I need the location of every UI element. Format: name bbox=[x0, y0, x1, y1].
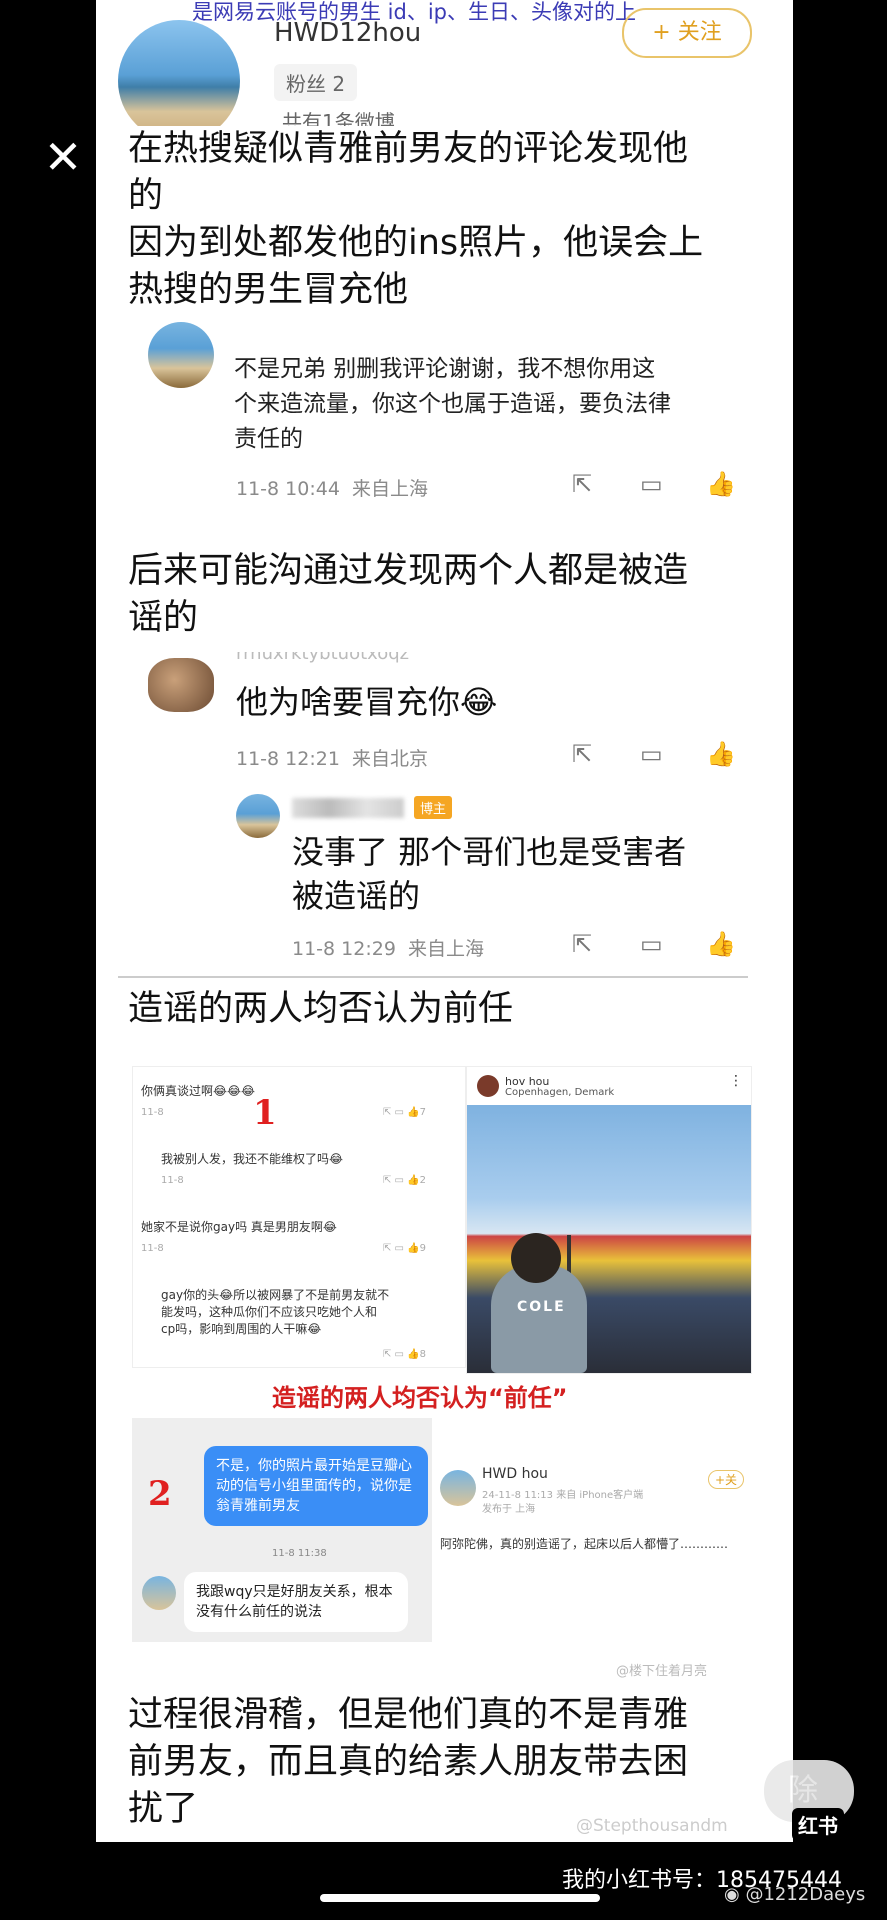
collage-instagram-post: hov hou Copenhagen, Demark ⋮ COLE bbox=[466, 1066, 752, 1374]
profile-avatar bbox=[118, 20, 240, 142]
reply-avatar bbox=[236, 794, 280, 838]
weibo-text: 阿弥陀佛，真的别造谣了，起床以后人都懵了………… bbox=[440, 1537, 729, 1551]
reply-text: 没事了 那个哥们也是受害者 被造谣的 bbox=[292, 833, 687, 915]
comment-1-meta: 11-8 10:44 来自上海 bbox=[236, 478, 429, 500]
collage-time: 11-8 bbox=[161, 1175, 184, 1186]
ig-photo: COLE bbox=[467, 1105, 751, 1373]
chat-bubble-blue: 不是，你的照片最开始是豆瓣心动的信号小组里面传的，说你是翁青雅前男友 bbox=[204, 1446, 428, 1526]
footer-handle: ◉ @1212Daeys bbox=[724, 1884, 866, 1905]
chat-avatar bbox=[142, 1576, 176, 1610]
caption-paragraph-4: 过程很滑稽，但是他们真的不是青雅 前男友，而且真的给素人朋友带去困 扰了 bbox=[128, 1695, 689, 1829]
collage-comments-screenshot: 你俩真谈过啊😂😂😂 11-8 1 ⇱ ▭ 👍7 我被别人发，我还不能维权了吗😂 … bbox=[132, 1066, 466, 1368]
comment-2-text: 他为啥要冒充你😂 bbox=[236, 683, 498, 721]
divider bbox=[118, 976, 748, 978]
share-icon[interactable]: ⇱ bbox=[572, 740, 592, 768]
comment-1-text: 不是兄弟 别删我评论谢谢，我不想你用这 个来造流量，你这个也属于造谣，要负法律 … bbox=[234, 356, 671, 452]
like-icon[interactable]: 👍 bbox=[706, 740, 736, 768]
weibo-meta: 24-11-8 11:13 来自 iPhone客户端 bbox=[482, 1490, 644, 1501]
collage-number-1: 1 bbox=[253, 1093, 277, 1133]
close-icon[interactable]: ✕ bbox=[40, 134, 86, 180]
collage-weibo-post: HWD hou 24-11-8 11:13 来自 iPhone客户端 发布于 上… bbox=[436, 1460, 750, 1600]
fans-badge: 粉丝 2 bbox=[274, 64, 358, 101]
collage-question-1: 你俩真谈过啊😂😂😂 bbox=[141, 1084, 256, 1098]
comment-2-avatar bbox=[148, 658, 214, 712]
weibo-published: 发布于 上海 bbox=[482, 1504, 536, 1515]
collage-reply-1: 我被别人发，我还不能维权了吗😂 bbox=[161, 1152, 344, 1166]
collage-watermark: @楼下住着月亮 bbox=[616, 1664, 708, 1679]
reply-meta: 11-8 12:29 来自上海 bbox=[292, 938, 485, 960]
comment-icon[interactable]: ▭ bbox=[640, 930, 663, 958]
chat-bubble-white: 我跟wqy只是好朋友关系，根本没有什么前任的说法 bbox=[184, 1572, 408, 1632]
like-icon[interactable]: 👍 bbox=[706, 930, 736, 958]
weibo-username: HWD hou bbox=[482, 1466, 548, 1482]
caption-paragraph-3: 造谣的两人均否认为前任 bbox=[128, 989, 514, 1029]
ig-location: Copenhagen, Demark bbox=[505, 1087, 615, 1098]
collage-caption: 造谣的两人均否认为“前任” bbox=[272, 1384, 568, 1412]
share-icon[interactable]: ⇱ bbox=[572, 470, 592, 498]
collage-time: 11-8 bbox=[141, 1107, 164, 1118]
collage-likes-4: ⇱ ▭ 👍8 bbox=[383, 1349, 427, 1360]
share-icon[interactable]: ⇱ bbox=[572, 930, 592, 958]
collage-likes-3: ⇱ ▭ 👍9 bbox=[383, 1243, 427, 1254]
weibo-avatar bbox=[440, 1470, 476, 1506]
chat-time: 11-8 11:38 bbox=[272, 1548, 327, 1559]
weibo-watermark: @Stepthousandm bbox=[576, 1816, 728, 1836]
author-badge: 博主 bbox=[414, 796, 453, 819]
collage-reply-2: gay你的头😂所以被网暴了不是前男友就不 能发吗，这种瓜你们不应该只吃她个人和 … bbox=[161, 1288, 390, 1336]
collage-number-2: 2 bbox=[148, 1474, 172, 1514]
more-icon[interactable]: ⋮ bbox=[729, 1073, 743, 1089]
comment-2-username: rrnuxrktybtuotxoqz bbox=[236, 652, 410, 664]
collage-likes-2: ⇱ ▭ 👍2 bbox=[383, 1175, 427, 1186]
ig-avatar bbox=[477, 1075, 499, 1097]
profile-username: HWD12hou bbox=[274, 18, 422, 48]
comment-icon[interactable]: ▭ bbox=[640, 470, 663, 498]
follow-button[interactable]: + 关注 bbox=[622, 8, 752, 58]
weibo-icon: ◉ bbox=[724, 1884, 740, 1905]
caption-paragraph-1: 在热搜疑似青雅前男友的评论发现他 的 因为到处都发他的ins照片，他误会上 热搜… bbox=[128, 126, 768, 314]
comment-icon[interactable]: ▭ bbox=[640, 740, 663, 768]
comment-2-meta: 11-8 12:21 来自北京 bbox=[236, 748, 429, 770]
collage-question-2: 她家不是说你gay吗 真是男朋友啊😂 bbox=[141, 1220, 337, 1234]
shirt-text: COLE bbox=[517, 1299, 566, 1315]
collage-time: 11-8 bbox=[141, 1243, 164, 1254]
collage-likes-1: ⇱ ▭ 👍7 bbox=[383, 1107, 427, 1118]
caption-paragraph-2: 后来可能沟通过发现两个人都是被造 谣的 bbox=[128, 551, 689, 638]
comment-avatar bbox=[148, 322, 214, 388]
like-icon[interactable]: 👍 bbox=[706, 470, 736, 498]
collage-chat-screenshot: 2 不是，你的照片最开始是豆瓣心动的信号小组里面传的，说你是翁青雅前男友 11-… bbox=[132, 1418, 432, 1642]
xiaohongshu-logo: 红书 bbox=[792, 1808, 844, 1841]
home-indicator[interactable] bbox=[320, 1894, 600, 1902]
reply-username-blurred bbox=[292, 798, 404, 818]
weibo-follow[interactable]: +关 bbox=[708, 1470, 745, 1489]
post-image-card: 是网易云账号的男生 id、ip、生日、头像对的上 HWD12hou 粉丝 2 +… bbox=[96, 0, 793, 1842]
